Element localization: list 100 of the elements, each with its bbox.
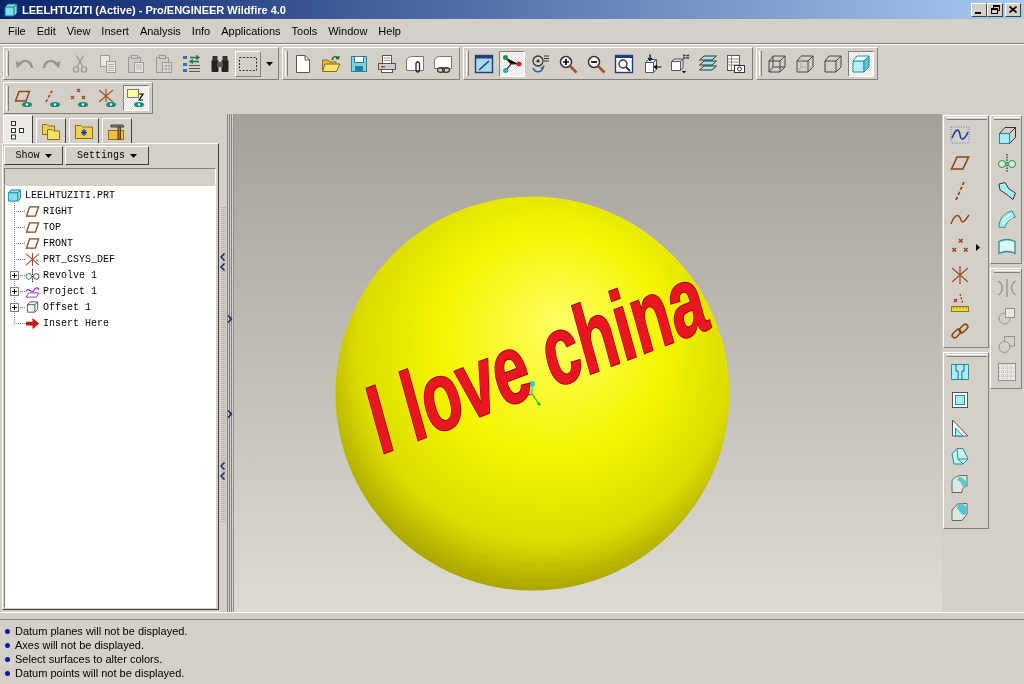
favorites-tab[interactable] <box>69 118 99 143</box>
caret-icon <box>130 153 137 158</box>
printer-icon <box>377 53 397 74</box>
beveled-block-icon <box>950 502 970 522</box>
minimize-icon <box>975 11 981 14</box>
flyout-arrow-icon <box>976 243 980 251</box>
hollow-box-icon <box>950 390 970 410</box>
folder-browser-tab[interactable] <box>36 118 66 143</box>
rounded-block-icon <box>950 474 970 494</box>
folders-icon <box>41 121 61 141</box>
axis-circles-icon <box>25 267 40 283</box>
chain-icon <box>950 321 970 341</box>
model-tree-tab[interactable] <box>3 115 33 143</box>
show-menu-button[interactable]: Show <box>4 146 63 165</box>
menu-item[interactable]: File <box>3 23 31 40</box>
expand-icon[interactable] <box>10 287 19 296</box>
caret-icon <box>44 153 52 158</box>
toolbox-hammer-icon <box>107 121 127 141</box>
dotted-wave-icon <box>950 125 970 145</box>
menu-item[interactable]: Analysis <box>134 23 186 40</box>
bullet-icon <box>5 628 10 634</box>
menu-item[interactable]: Info <box>186 23 216 40</box>
parallelogram-icon <box>950 153 970 173</box>
swept-shape-icon <box>997 181 1017 201</box>
restore-icon <box>990 5 1000 14</box>
triangle-plate-icon <box>950 418 970 438</box>
cube-tags-icon <box>670 53 690 74</box>
mirror-arcs-icon <box>997 278 1017 298</box>
message-text: Select surfaces to alter colors. <box>15 653 163 665</box>
expand-icon[interactable] <box>10 303 19 312</box>
message-text: Datum points will not be displayed. <box>15 667 185 679</box>
note-eye-icon <box>126 88 146 108</box>
bullet-icon <box>5 656 10 662</box>
copy-icon <box>98 53 118 74</box>
asterisk-icon <box>25 251 40 267</box>
minimize-button[interactable] <box>971 2 987 17</box>
outline-cube-icon <box>823 53 843 74</box>
annotation-display-button[interactable] <box>123 85 149 111</box>
plane-eye-icon <box>14 88 34 108</box>
tree-item[interactable]: RIGHT <box>25 203 75 219</box>
part-box-icon <box>7 187 22 203</box>
asterisk-icon <box>950 265 970 285</box>
rotate-target-icon <box>530 53 550 74</box>
tree-item[interactable]: Offset 1 <box>25 299 93 315</box>
app-icon <box>4 2 18 17</box>
bullet-icon <box>5 670 10 676</box>
window-title: LEELHTUZITI (Active) - Pro/ENGINEER Wildfire 4.0 <box>22 3 287 16</box>
tree-item[interactable]: Project 1 <box>25 283 99 299</box>
tree-item[interactable]: TOP <box>25 219 63 235</box>
spin-center-button[interactable] <box>499 50 525 77</box>
menu-item[interactable]: Insert <box>96 23 134 40</box>
menu-item[interactable]: Edit <box>31 23 61 40</box>
document-clip-icon <box>405 53 425 74</box>
page-icon <box>293 53 313 74</box>
window-magnifier-icon <box>614 53 634 74</box>
close-button[interactable] <box>1005 2 1021 17</box>
menu-item[interactable]: Window <box>323 23 373 40</box>
shading-button[interactable] <box>848 50 874 77</box>
tree-item[interactable]: Insert Here <box>25 315 111 331</box>
bullet-icon <box>5 642 10 648</box>
ruler-points-icon <box>950 293 970 313</box>
axis-eye-icon <box>42 88 62 108</box>
selection-box-button[interactable] <box>235 50 261 77</box>
menu-item[interactable]: Applications <box>216 23 286 40</box>
chevron-right-icon <box>227 410 233 418</box>
shaded-cube-icon <box>851 53 871 74</box>
layers-icon <box>698 53 718 74</box>
folder-icon <box>321 53 341 74</box>
tree-item[interactable]: PRT_CSYS_DEF <box>25 251 117 267</box>
overlapping-shapes-icon <box>997 306 1017 326</box>
points-eye-icon <box>70 88 90 108</box>
list-arrows-icon <box>182 53 202 74</box>
tree-item[interactable]: FRONT <box>25 235 75 251</box>
tree-item[interactable]: Revolve 1 <box>25 267 99 283</box>
axis-nodes-icon <box>502 53 522 74</box>
parallelogram-icon <box>25 203 40 219</box>
settings-menu-button[interactable]: Settings <box>65 146 149 165</box>
extruded-square-icon <box>997 125 1017 145</box>
tree-item[interactable]: LEELHTUZITI.PRT <box>7 187 117 203</box>
table-camera-icon <box>726 53 746 74</box>
document-chain-icon <box>433 53 453 74</box>
parallelogram-icon <box>25 219 40 235</box>
framed-window-icon <box>474 53 494 74</box>
restore-button[interactable] <box>987 2 1003 17</box>
splitter-bar[interactable] <box>219 114 233 612</box>
curved-surface-icon <box>997 209 1017 229</box>
message-text: Datum planes will not be displayed. <box>15 625 188 637</box>
asterisk-eye-icon <box>98 88 118 108</box>
cube-icon <box>25 299 40 315</box>
menu-item[interactable]: Tools <box>286 23 323 40</box>
binoculars-icon <box>210 53 230 74</box>
wireframe-cube-icon <box>767 53 787 74</box>
menu-item[interactable]: Help <box>373 23 406 40</box>
close-icon <box>1009 6 1017 13</box>
connections-tab[interactable] <box>102 118 132 143</box>
expand-icon[interactable] <box>10 271 19 280</box>
trimmed-shapes-icon <box>997 334 1017 354</box>
horizontal-splitter[interactable] <box>0 612 1024 620</box>
tapered-block-icon <box>950 446 970 466</box>
menu-item[interactable]: View <box>61 23 96 40</box>
